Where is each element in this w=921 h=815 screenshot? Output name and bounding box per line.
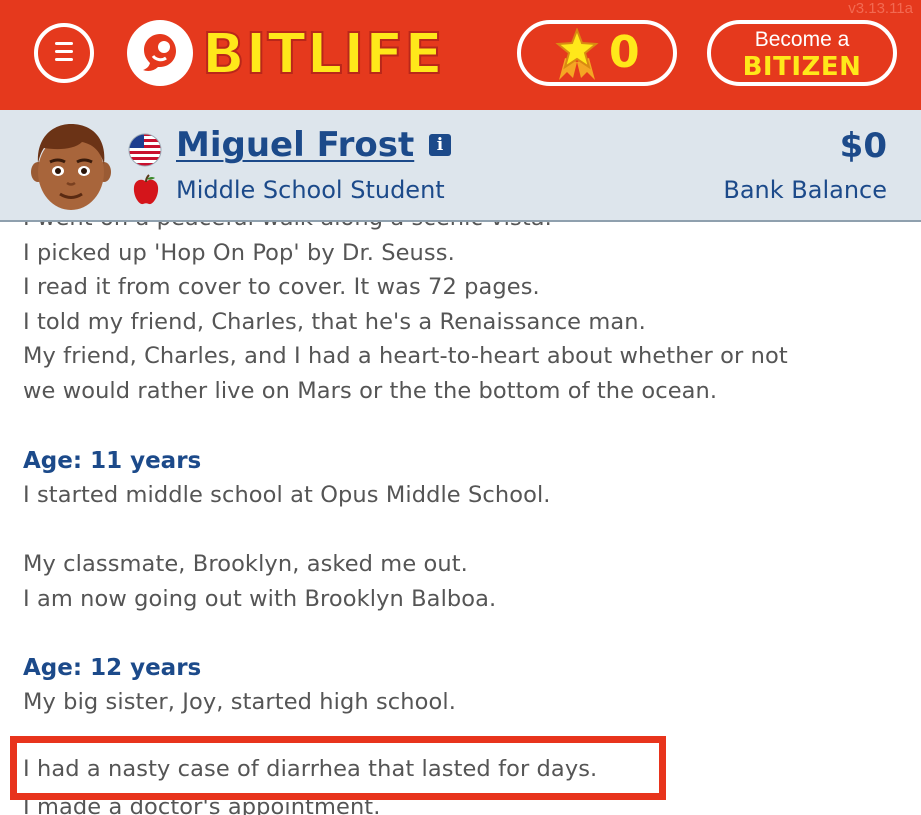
bitlife-logo-icon (127, 20, 193, 86)
age-heading-11: Age: 11 years (23, 448, 202, 474)
avatar[interactable] (30, 120, 112, 212)
character-name[interactable]: Miguel Frost (176, 124, 414, 166)
log-line: I read it from cover to cover. It was 72… (23, 274, 540, 300)
bank-balance-label: Bank Balance (723, 176, 887, 204)
log-line: I told my friend, Charles, that he's a R… (23, 309, 646, 335)
log-line: I started middle school at Opus Middle S… (23, 482, 551, 508)
profile-bar: Miguel Frost i Middle School Student $0 … (0, 110, 921, 222)
ribbon-star-icon (553, 27, 601, 86)
event-log[interactable]: I went on a peaceful walk along a scenic… (0, 222, 921, 815)
log-line: we would rather live on Mars or the the … (23, 378, 718, 404)
log-line: My big sister, Joy, started high school. (23, 689, 456, 715)
ribbon-count: 0 (609, 27, 640, 78)
info-icon[interactable]: i (429, 134, 451, 156)
top-bar: v3.13.11a BITLIFE 0 Become a BITIZEN (0, 0, 921, 110)
menu-icon (55, 42, 73, 45)
us-flag-icon (128, 133, 162, 167)
apple-icon (131, 174, 161, 206)
become-bitizen-button[interactable]: Become a BITIZEN (707, 20, 897, 86)
log-line: I picked up 'Hop On Pop' by Dr. Seuss. (23, 240, 455, 266)
ribbon-button[interactable]: 0 (517, 20, 677, 86)
age-heading-12: Age: 12 years (23, 655, 202, 681)
highlighted-log-line: I had a nasty case of diarrhea that last… (23, 756, 598, 782)
bitlife-logo-text: BITLIFE (201, 21, 444, 88)
log-line: My classmate, Brooklyn, asked me out. (23, 551, 468, 577)
log-line: My friend, Charles, and I had a heart-to… (23, 343, 788, 369)
log-line: I went on a peaceful walk along a scenic… (23, 222, 552, 235)
become-label: Become a (754, 28, 850, 51)
bank-balance-value: $0 (839, 126, 887, 166)
menu-button[interactable] (34, 23, 94, 83)
bitizen-label: BITIZEN (742, 52, 862, 82)
version-label: v3.13.11a (848, 0, 913, 17)
log-line: I am now going out with Brooklyn Balboa. (23, 586, 497, 612)
occupation-label: Middle School Student (176, 176, 445, 204)
